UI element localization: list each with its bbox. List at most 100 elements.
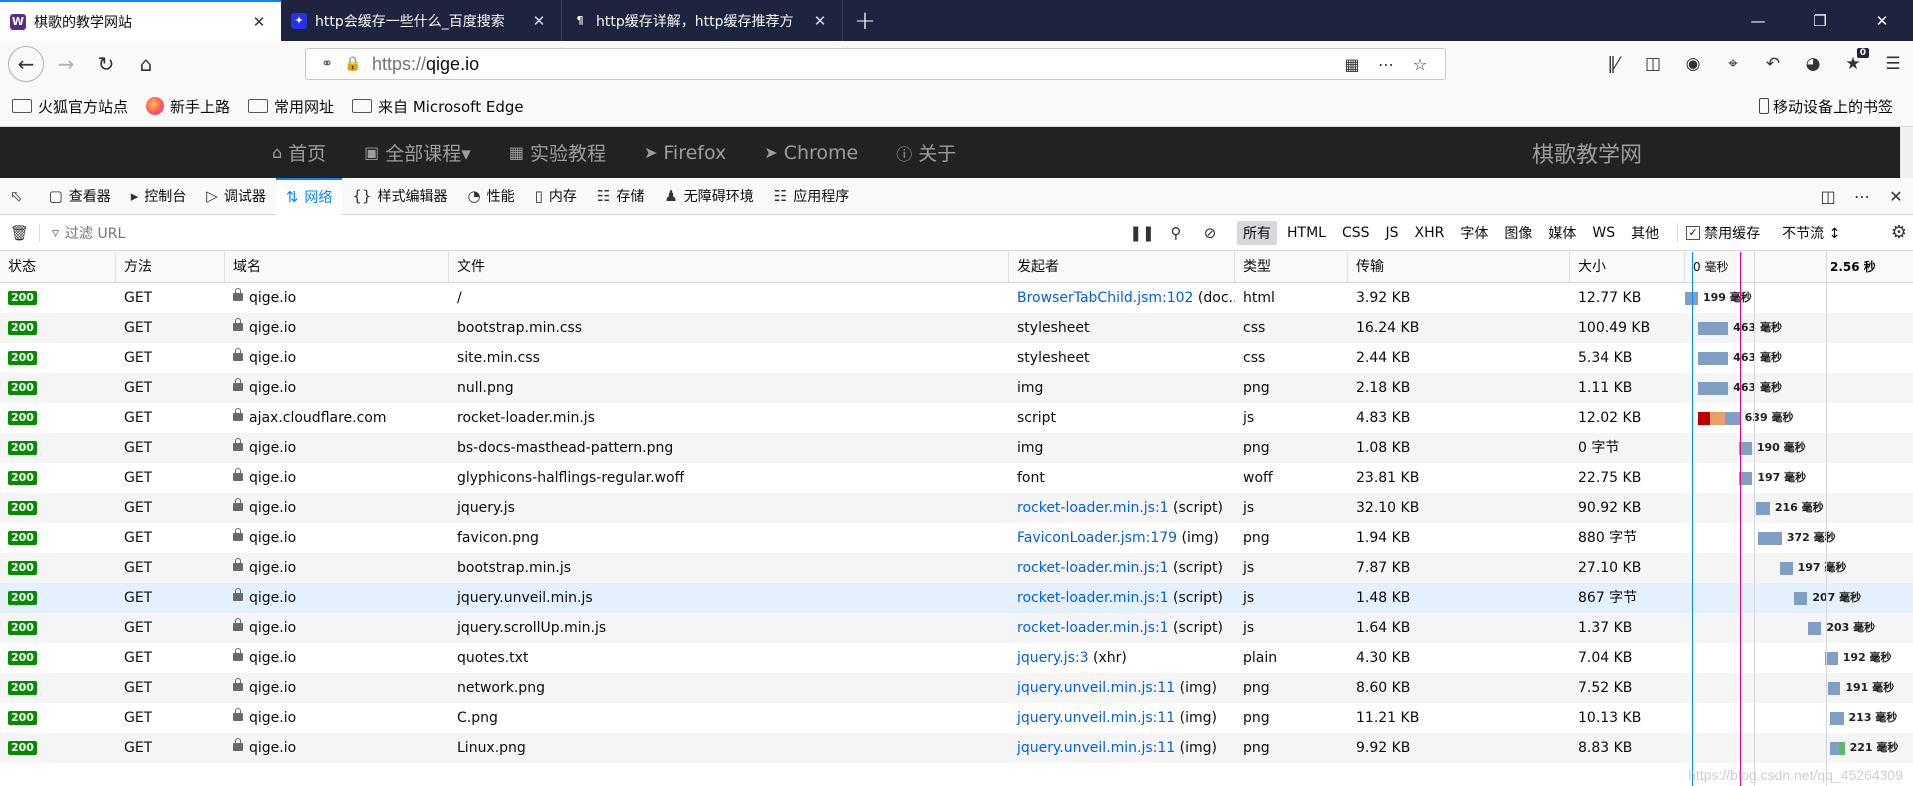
element-picker-icon[interactable]: ⬁ — [0, 178, 39, 215]
restore-icon[interactable]: ❐ — [1789, 0, 1851, 41]
disable-cache-checkbox[interactable]: ✓ 禁用缓存 — [1677, 222, 1760, 243]
request-row[interactable]: 200 GET qige.io network.png jquery.unveil.mi… — [0, 673, 1913, 703]
close-tab-icon[interactable]: ✕ — [249, 13, 269, 31]
lock-icon[interactable]: 🔒 — [340, 56, 366, 72]
gear-icon[interactable]: ⚙ — [1891, 222, 1907, 243]
site-nav-item[interactable]: ➤ Chrome — [764, 139, 858, 166]
devtools-tab[interactable]: ☷ 存储 — [587, 178, 654, 215]
request-row[interactable]: 200 GET qige.io jquery.scrollUp.min.js rocke… — [0, 613, 1913, 643]
col-method[interactable]: 方法 — [116, 252, 225, 283]
type-filter-button[interactable]: CSS — [1336, 223, 1376, 243]
screenshot-icon[interactable]: ⌖ — [1713, 54, 1753, 74]
request-row[interactable]: 200 GET qige.io bootstrap.min.css stylesheet… — [0, 313, 1913, 343]
request-row[interactable]: 200 GET qige.io jquery.js rocket-loader.min.… — [0, 493, 1913, 523]
bookmark-folder[interactable]: 火狐官方站点 — [12, 96, 128, 117]
request-row[interactable]: 200 GET qige.io C.png jquery.unveil.min.js:1… — [0, 703, 1913, 733]
request-row[interactable]: 200 GET qige.io quotes.txt jquery.js:3 (xhr)… — [0, 643, 1913, 673]
close-tab-icon[interactable]: ✕ — [529, 12, 549, 30]
col-status[interactable]: 状态 — [0, 252, 116, 283]
site-nav-item[interactable]: ▣ 全部课程▾ — [364, 139, 471, 166]
extension-badge-icon[interactable]: ★ 0 — [1833, 47, 1873, 74]
more-options-icon[interactable]: ⋯ — [1845, 187, 1879, 206]
bookmark-link[interactable]: 新手上路 — [146, 96, 230, 117]
request-row[interactable]: 200 GET qige.io jquery.unveil.min.js rocket-… — [0, 583, 1913, 613]
minimize-icon[interactable]: — — [1727, 0, 1789, 41]
browser-tab[interactable]: ✦ http会缓存一些什么_百度搜索 ✕ — [281, 0, 562, 41]
request-row[interactable]: 200 GET qige.io Linux.png jquery.unveil.min.… — [0, 733, 1913, 763]
type-filter-button[interactable]: JS — [1380, 223, 1405, 243]
request-row[interactable]: 200 GET qige.io site.min.css stylesheet css 2.… — [0, 343, 1913, 373]
col-type[interactable]: 类型 — [1235, 252, 1348, 283]
block-icon[interactable]: ⊘ — [1193, 224, 1227, 242]
devtools-tab[interactable]: ▸ 控制台 — [121, 178, 197, 215]
throttle-select[interactable]: 不节流 ↕ — [1782, 223, 1840, 243]
account-icon[interactable]: ◉ — [1673, 54, 1713, 74]
request-row[interactable]: 200 GET qige.io bootstrap.min.js rocket-load… — [0, 553, 1913, 583]
page-scrollbar[interactable] — [1900, 127, 1913, 178]
devtools-tab[interactable]: {} 样式编辑器 — [342, 178, 457, 215]
site-nav-item[interactable]: ⌂ 首页 — [272, 139, 326, 166]
request-row[interactable]: 200 GET qige.io favicon.png FaviconLoader.js… — [0, 523, 1913, 553]
type-filter-button[interactable]: 媒体 — [1542, 221, 1582, 245]
browser-tab[interactable]: ¶ http缓存详解，http缓存推荐方 ✕ — [562, 0, 843, 41]
reload-button[interactable]: ↻ — [88, 46, 124, 82]
col-size[interactable]: 大小 — [1570, 252, 1685, 283]
url-bar[interactable]: ⚭ 🔒 https://qige.io ▦ ⋯ ☆ — [305, 48, 1446, 80]
type-filter-button[interactable]: WS — [1586, 223, 1621, 243]
library-icon[interactable]: ‖⁄ — [1593, 54, 1633, 74]
home-button[interactable]: ⌂ — [128, 46, 164, 82]
close-tab-icon[interactable]: ✕ — [810, 12, 830, 30]
type-filter-button[interactable]: 所有 — [1237, 220, 1277, 245]
devtools-tab[interactable]: ♟ 无障碍环境 — [654, 178, 763, 215]
devtools-tab[interactable]: ☷ 应用程序 — [764, 178, 859, 215]
col-initiator[interactable]: 发起者 — [1009, 252, 1235, 283]
request-row[interactable]: 200 GET qige.io / BrowserTabChild.jsm:102 (d… — [0, 283, 1913, 313]
site-nav-item[interactable]: ▦ 实验教程 — [509, 139, 606, 166]
new-tab-button[interactable]: + — [843, 0, 887, 41]
devtools-tab[interactable]: ▷ 调试器 — [196, 178, 276, 215]
menu-icon[interactable]: ☰ — [1873, 54, 1913, 74]
request-row[interactable]: 200 GET qige.io glyphicons-halflings-regula… — [0, 463, 1913, 493]
close-window-icon[interactable]: ✕ — [1851, 0, 1913, 41]
dock-icon[interactable]: ◫ — [1811, 187, 1845, 206]
mobile-bookmarks[interactable]: 移动设备上的书签 — [1758, 96, 1893, 117]
tracking-protection-icon[interactable]: ⚭ — [314, 56, 340, 72]
col-file[interactable]: 文件 — [449, 252, 1009, 283]
col-domain[interactable]: 域名 — [225, 252, 449, 283]
sidebar-icon[interactable]: ◫ — [1633, 54, 1673, 74]
search-icon[interactable]: ⚲ — [1159, 224, 1193, 242]
devtools-tab[interactable]: ◔ 性能 — [458, 178, 525, 215]
url-text[interactable]: https://qige.io — [366, 54, 1335, 75]
col-waterfall[interactable]: 0 毫秒 2.56 秒 — [1685, 252, 1913, 283]
page-actions-icon[interactable]: ⋯ — [1369, 55, 1403, 74]
browser-tab[interactable]: W 棋歌的教学网站 ✕ — [0, 0, 281, 41]
undo-icon[interactable]: ↶ — [1753, 54, 1793, 74]
col-transferred[interactable]: 传输 — [1348, 252, 1570, 283]
qr-code-icon[interactable]: ▦ — [1335, 55, 1369, 74]
bookmark-star-icon[interactable]: ☆ — [1403, 55, 1437, 74]
devtools-tab[interactable]: ▢ 查看器 — [39, 178, 121, 215]
site-nav-item[interactable]: ⓘ 关于 — [896, 139, 956, 166]
pause-icon[interactable]: ❚❚ — [1125, 224, 1159, 242]
filter-url-input[interactable]: ▿ 过滤 URL — [40, 223, 1125, 243]
type-filter-button[interactable]: 图像 — [1498, 221, 1538, 245]
back-button[interactable]: ← — [8, 45, 44, 82]
site-brand[interactable]: 棋歌教学网 — [1532, 137, 1642, 169]
devtools-tab[interactable]: ⇅ 网络 — [275, 177, 343, 215]
bookmark-folder[interactable]: 常用网址 — [248, 96, 334, 117]
bookmark-folder[interactable]: 来自 Microsoft Edge — [352, 96, 524, 117]
waterfall-cell: 221 毫秒 — [0, 733, 1913, 763]
close-devtools-icon[interactable]: ✕ — [1879, 187, 1913, 206]
type-filter-button[interactable]: HTML — [1281, 223, 1332, 243]
clear-log-icon[interactable]: 🗑 — [0, 223, 40, 242]
devtools-tab[interactable]: ▯ 内存 — [525, 178, 587, 215]
type-filter-button[interactable]: 其他 — [1625, 221, 1665, 245]
request-row[interactable]: 200 GET qige.io bs-docs-masthead-pattern.pn… — [0, 433, 1913, 463]
extension-icon[interactable]: ◕ — [1793, 54, 1833, 74]
type-filter-button[interactable]: XHR — [1409, 223, 1451, 243]
forward-button[interactable]: → — [48, 46, 84, 82]
request-row[interactable]: 200 GET qige.io null.png img png 2.18 KB 1.11 K… — [0, 373, 1913, 403]
site-nav-item[interactable]: ➤ Firefox — [644, 139, 726, 166]
request-row[interactable]: 200 GET ajax.cloudflare.com rocket-loader.m… — [0, 403, 1913, 433]
type-filter-button[interactable]: 字体 — [1454, 221, 1494, 245]
